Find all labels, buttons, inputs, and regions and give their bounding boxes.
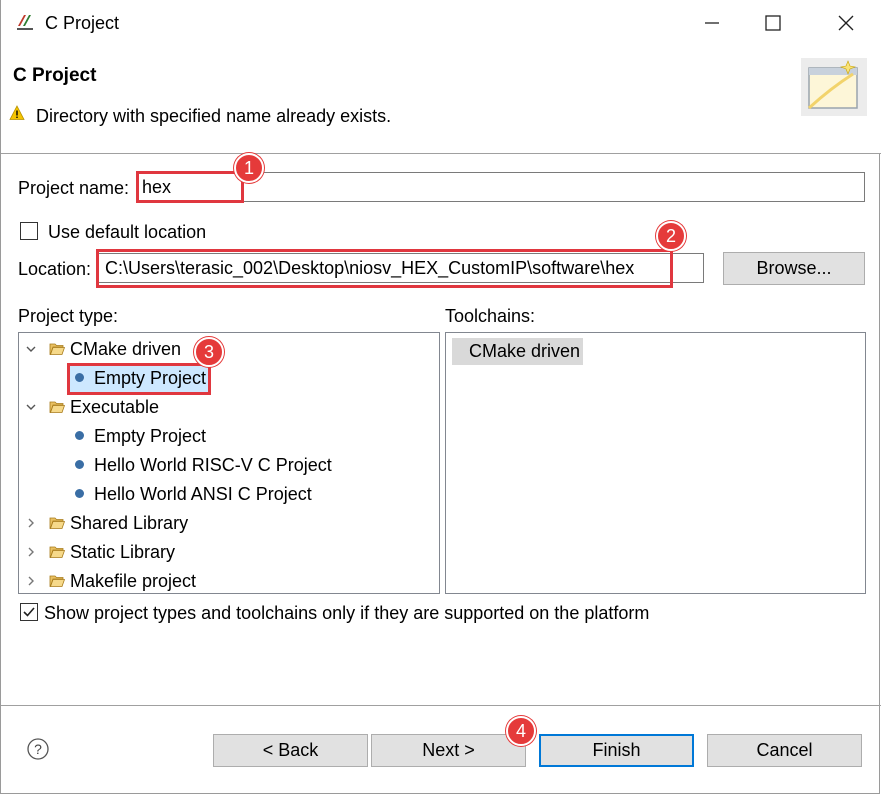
annotation-badge: 4 [506,716,536,746]
use-default-location-checkbox[interactable] [20,222,38,240]
wizard-header: C Project Directory with specified name … [1,48,881,154]
folder-open-icon [49,575,65,587]
cancel-button[interactable]: Cancel [707,734,862,767]
tree-item-label: Executable [70,397,160,417]
chevron-down-icon [26,346,36,352]
folder-open-icon [49,546,65,558]
folder-open-icon [49,517,65,529]
annotation-highlight-location [96,249,673,288]
tree-item-label: Empty Project [94,426,207,446]
tree-item-executable-empty-project[interactable]: Empty Project [69,424,429,450]
project-template-icon [75,489,84,498]
chevron-down-icon [26,404,36,410]
annotation-badge: 3 [194,337,224,367]
annotation-highlight-project-name [136,171,244,203]
tree-item-label: Hello World ANSI C Project [94,484,312,504]
tree-item-label: Hello World RISC-V C Project [94,455,332,475]
maximize-button[interactable] [745,0,801,46]
project-template-icon [75,431,84,440]
toolchain-item-label: CMake driven [469,341,581,361]
window-title: C Project [45,13,120,33]
chevron-right-icon [28,547,34,557]
toolchains-label: Toolchains: [445,306,536,326]
tree-item-label: Static Library [70,542,176,562]
back-button[interactable]: < Back [213,734,368,767]
tree-item-label: Makefile project [70,571,197,591]
status-message: Directory with specified name already ex… [36,106,392,126]
toolchains-list[interactable]: CMake driven [445,332,866,594]
project-type-label: Project type: [18,306,119,326]
close-button[interactable] [817,0,873,46]
c-project-dialog: C Project C Project Directory with speci… [0,0,881,794]
annotation-badge: 2 [656,221,686,251]
annotation-highlight-empty-project [67,363,211,395]
location-label: Location: [18,259,92,279]
next-button[interactable]: Next > [371,734,526,767]
footer-separator [1,705,881,706]
close-icon [838,15,854,31]
tree-item-label: CMake driven [70,339,182,359]
header-separator [1,153,881,154]
tree-item-cmake-driven[interactable]: CMake driven [19,337,439,363]
project-name-label: Project name: [18,178,130,198]
checkmark-icon [23,607,35,617]
tree-item-label: Shared Library [70,513,189,533]
page-title: C Project [13,65,97,86]
tree-item-hello-world-riscv[interactable]: Hello World RISC-V C Project [69,453,429,479]
show-supported-only-label: Show project types and toolchains only i… [44,603,650,623]
annotation-badge: 1 [234,153,264,183]
toolchain-item-cmake-driven[interactable]: CMake driven [452,338,583,365]
wizard-banner-icon [801,58,867,116]
use-default-location-label: Use default location [48,222,207,242]
folder-open-icon [49,343,65,355]
browse-button[interactable]: Browse... [723,252,865,285]
tree-item-hello-world-ansi[interactable]: Hello World ANSI C Project [69,482,429,508]
project-template-icon [75,460,84,469]
warning-icon [9,105,25,120]
help-icon[interactable]: ? [27,738,49,760]
folder-open-icon [49,401,65,413]
svg-text:?: ? [34,741,42,757]
show-supported-only-checkbox[interactable] [20,603,38,621]
tree-item-static-library[interactable]: Static Library [19,540,439,566]
maximize-icon [765,15,781,31]
tree-item-makefile-project[interactable]: Makefile project [19,569,439,593]
tree-item-shared-library[interactable]: Shared Library [19,511,439,537]
minimize-button[interactable] [684,0,740,46]
eclipse-cdt-icon [17,15,33,30]
tree-item-executable[interactable]: Executable [19,395,439,421]
chevron-right-icon [28,518,34,528]
chevron-right-icon [28,576,34,586]
minimize-icon [705,22,719,24]
title-bar: C Project [1,0,881,48]
finish-button[interactable]: Finish [539,734,694,767]
